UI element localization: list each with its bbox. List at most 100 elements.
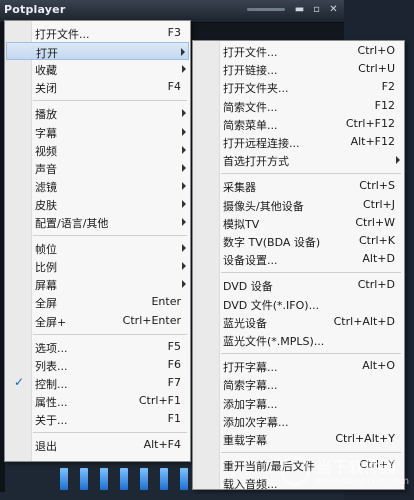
checkmark-icon: ✓	[14, 374, 25, 389]
menu-separator	[221, 353, 401, 355]
menu-item[interactable]: 屏幕	[6, 275, 189, 293]
maximize-icon[interactable]: ▫	[310, 3, 323, 16]
menu-item[interactable]: 添加次字幕...	[194, 412, 403, 430]
menu-item[interactable]: 重载字幕 Ctrl+Alt+Y	[194, 430, 403, 448]
menu-item-label: 添加次字幕...	[223, 415, 289, 429]
menu-item[interactable]: 属性... Ctrl+F1	[6, 392, 189, 410]
menu-item-shortcut: F1	[167, 412, 181, 425]
menu-item-label: 声音	[35, 162, 57, 176]
menu-item-label: 打开链接...	[223, 64, 278, 78]
menu-item-label: 视频	[35, 144, 57, 158]
minimize-icon[interactable]: ▬	[293, 3, 306, 16]
submenu-arrow-icon	[181, 48, 185, 57]
menu-item[interactable]: 列表... F6	[6, 356, 189, 374]
menu-item[interactable]: 比例	[6, 257, 189, 275]
menu-item-label: 打开文件夹...	[223, 82, 289, 96]
menu-item-label: 简索字幕...	[223, 379, 278, 393]
menu-item[interactable]: 打开链接... Ctrl+U	[194, 60, 403, 78]
menu-item[interactable]: 皮肤	[6, 195, 189, 213]
menu-item-label: 打开文件...	[35, 28, 90, 41]
menu-item-label: 蓝光设备	[223, 316, 267, 330]
window-controls: ▬ ▫ ✕	[247, 3, 340, 16]
menu-item-label: 屏幕	[35, 279, 57, 293]
menu-separator	[33, 432, 187, 434]
menu-item[interactable]: 添加字幕...	[194, 394, 403, 412]
menu-item[interactable]: 打开字幕... Alt+O	[194, 357, 403, 375]
menu-item[interactable]: 打开	[6, 42, 189, 61]
menu-separator	[221, 272, 401, 274]
menu-item[interactable]: DVD 文件(*.IFO)...	[194, 295, 403, 313]
menu-item-label: 摄像头/其他设备	[223, 199, 304, 213]
menu-item[interactable]: 数字 TV(BDA 设备) Ctrl+K	[194, 232, 403, 250]
menu-item[interactable]: 打开文件... F3	[6, 24, 189, 42]
menu-item[interactable]: 简索菜单... Ctrl+F12	[194, 115, 403, 133]
menu-item[interactable]: 全屏 Enter	[6, 293, 189, 311]
menu-item-shortcut: Ctrl+J	[362, 197, 395, 211]
menu-item[interactable]: 首选打开方式	[194, 151, 403, 169]
menu-item-label: DVD 文件(*.IFO)...	[223, 298, 320, 312]
menu-separator	[221, 173, 401, 175]
menu-item[interactable]: 模拟TV Ctrl+W	[194, 214, 403, 232]
menu-item[interactable]: 字幕	[6, 123, 189, 141]
equalizer-bar	[140, 468, 148, 490]
menu-item[interactable]: 简索字幕...	[194, 375, 403, 393]
menu-item[interactable]: 关闭 F4	[6, 78, 189, 96]
menu-item[interactable]: 关于... F1	[6, 410, 189, 428]
menu-item[interactable]: DVD 设备 Ctrl+D	[194, 276, 403, 294]
menu-item-label: 比例	[35, 261, 57, 275]
menu-item[interactable]: 蓝光设备 Ctrl+Alt+D	[194, 313, 403, 331]
menu-separator	[33, 333, 187, 335]
menu-item[interactable]: 设备设置... Alt+D	[194, 250, 403, 268]
context-menu-main: 打开文件... F3 打开 收藏 关闭 F4 播放 字幕视频声音 滤镜 皮肤 配置/语言/其他 帧位比…	[4, 20, 191, 462]
menu-item[interactable]: 配置/语言/其他	[6, 213, 189, 231]
menu-item-label: 控制...	[35, 377, 68, 391]
menu-item[interactable]: 滤镜	[6, 177, 189, 195]
menu-item-label: 列表...	[35, 359, 68, 373]
equalizer-bar	[60, 468, 68, 490]
menu-item[interactable]: 退出 Alt+F4	[6, 436, 189, 454]
menu-item[interactable]: 声音	[6, 159, 189, 177]
menu-item[interactable]: 简索文件... F12	[194, 97, 403, 115]
submenu-arrow-icon	[182, 109, 186, 118]
submenu-arrow-icon	[182, 244, 186, 253]
menu-item[interactable]: 选项... F5	[6, 338, 189, 356]
menu-item[interactable]: 打开文件... Ctrl+O	[194, 42, 403, 60]
menu-item-label: 载入音频...	[223, 478, 278, 492]
app-title: Potplayer	[4, 3, 66, 16]
menu-item[interactable]: 蓝光文件(*.MPLS)...	[194, 331, 403, 349]
menu-item[interactable]: ✓ 控制... F7	[6, 374, 189, 392]
menu-item[interactable]: 采集器 Ctrl+S	[194, 177, 403, 195]
menu-item-shortcut: F7	[167, 375, 181, 389]
menu-item-label: 打开远程连接...	[223, 137, 300, 150]
menu-item-label: 重载字幕	[223, 434, 267, 447]
submenu-arrow-icon	[182, 65, 186, 74]
menu-item-label: 简索文件...	[223, 100, 278, 114]
menu-item-shortcut: Alt+O	[362, 359, 395, 373]
context-menu-open-submenu: 打开文件... Ctrl+O 打开链接... Ctrl+U 打开文件夹... F2 简索文件…	[192, 40, 405, 492]
menu-item[interactable]: 播放	[6, 104, 189, 122]
volume-slider[interactable]	[247, 8, 285, 11]
menu-item-label: 打开	[36, 47, 58, 61]
menu-item[interactable]: 帧位	[6, 239, 189, 257]
menu-item-label: 退出	[35, 440, 57, 454]
menu-item[interactable]: 打开文件夹... F2	[194, 78, 403, 96]
menu-item-shortcut: Ctrl+Enter	[122, 313, 181, 327]
menu-item[interactable]: 全屏+ Ctrl+Enter	[6, 312, 189, 330]
menu-item-label: 采集器	[223, 181, 256, 195]
menu-item-label: 简索菜单...	[223, 118, 278, 132]
menu-item[interactable]: 打开远程连接... Alt+F12	[194, 133, 403, 151]
menu-item-shortcut: Ctrl+D	[357, 278, 395, 292]
menu-item[interactable]: 视频	[6, 141, 189, 159]
menu-item-label: 蓝光文件(*.MPLS)...	[223, 335, 325, 348]
submenu-arrow-icon	[182, 181, 186, 190]
menu-item[interactable]: 收藏	[6, 60, 189, 78]
menu-item-label: 播放	[35, 108, 57, 122]
close-icon[interactable]: ✕	[327, 3, 340, 16]
menu-item-shortcut: Ctrl+U	[358, 62, 395, 76]
menu-item-label: 全屏+	[35, 315, 67, 329]
menu-item-label: 设备设置...	[223, 254, 278, 268]
menu-item[interactable]: 摄像头/其他设备 Ctrl+J	[194, 196, 403, 214]
menu-item-label: 打开文件...	[223, 46, 278, 59]
menu-item-label: 模拟TV	[223, 217, 260, 231]
menu-separator	[33, 100, 187, 102]
